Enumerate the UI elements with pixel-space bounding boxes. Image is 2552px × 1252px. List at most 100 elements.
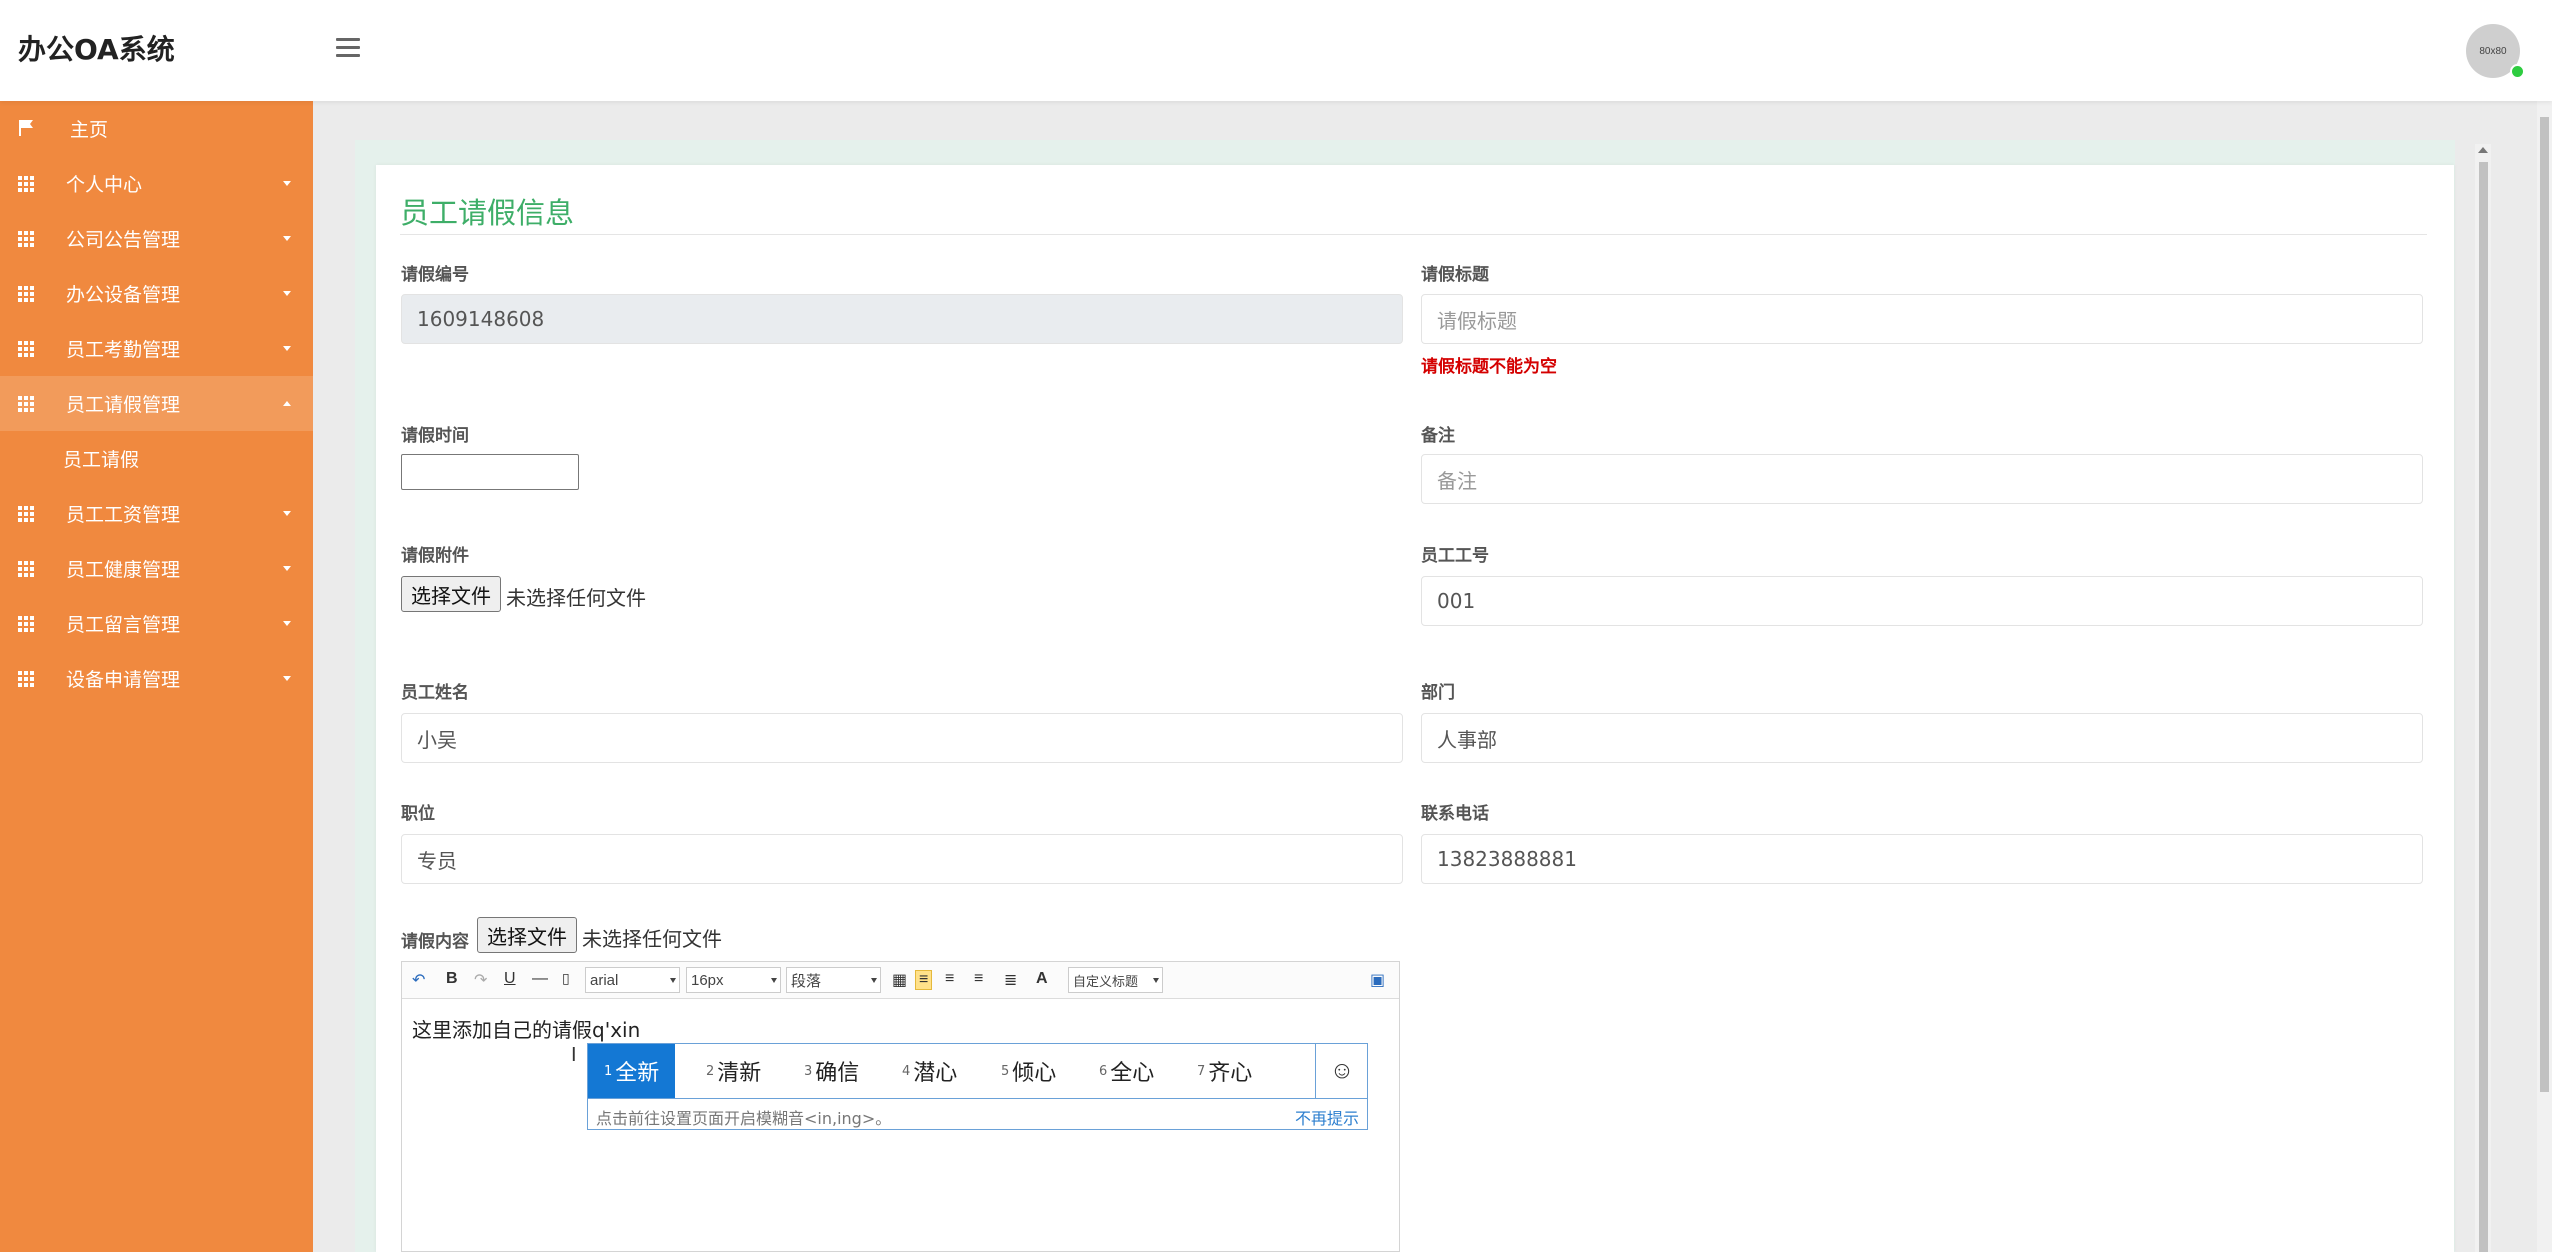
align-left-icon[interactable]: ≡	[915, 970, 933, 990]
editor-toolbar: ↶ B ↷ U — ▯ arial 16px 段落 ▦ ≡ ≡ ≡ ≣ A 自定…	[402, 962, 1399, 999]
ime-candidate-text: 全心	[1110, 1061, 1155, 1086]
font-color-icon[interactable]: A	[1036, 970, 1048, 988]
page-scrollbar-thumb[interactable]	[2540, 117, 2549, 1092]
remark-field[interactable]: 备注	[1421, 454, 2423, 504]
content-choose-file-button[interactable]: 选择文件	[477, 917, 577, 953]
sidebar-item-device-requests[interactable]: 设备申请管理	[0, 651, 313, 706]
sidebar-item-messages[interactable]: 员工留言管理	[0, 596, 313, 651]
emp-name-field[interactable]: 小吴	[401, 713, 1403, 763]
sidebar-subitem-leave-request[interactable]: 员工请假	[0, 431, 313, 486]
ime-candidate-text: 倾心	[1012, 1061, 1057, 1086]
ime-candidate-text: 确信	[815, 1061, 860, 1086]
ime-candidate-number: 7	[1197, 1063, 1206, 1079]
page-title: 员工请假信息	[400, 196, 575, 230]
undo-icon[interactable]: ↶	[412, 970, 425, 990]
sidebar-item-salary[interactable]: 员工工资管理	[0, 486, 313, 541]
align-right-icon[interactable]: ≡	[974, 970, 983, 988]
sidebar-item-label: 员工健康管理	[66, 559, 181, 581]
sidebar-item-label: 员工工资管理	[66, 504, 181, 526]
font-family-select[interactable]: arial	[585, 967, 680, 993]
font-size-select[interactable]: 16px	[686, 967, 781, 993]
leave-title-error: 请假标题不能为空	[1421, 357, 1557, 377]
leave-time-input[interactable]	[401, 454, 579, 490]
ime-candidate[interactable]: 4 潜心	[902, 1044, 957, 1098]
leave-no-field[interactable]: 1609148608	[401, 294, 1403, 344]
grid-icon	[18, 230, 34, 247]
chevron-down-icon	[283, 676, 291, 681]
sidebar: 主页 个人中心 公司公告管理 办公设备管理 员工考勤管理 员工请假管理 员工请假…	[0, 101, 313, 1252]
content-label: 请假内容	[401, 932, 469, 952]
sidebar-item-health[interactable]: 员工健康管理	[0, 541, 313, 596]
grid-icon	[18, 285, 34, 302]
grid-icon	[18, 175, 34, 192]
paste-icon[interactable]: ▯	[562, 970, 570, 987]
ime-candidate[interactable]: 1 全新	[588, 1044, 676, 1098]
leave-no-label: 请假编号	[401, 265, 469, 285]
online-status-indicator	[2510, 64, 2525, 79]
position-label: 职位	[401, 804, 435, 824]
grid-icon	[18, 670, 34, 687]
emp-no-field[interactable]: 001	[1421, 576, 2423, 626]
position-field[interactable]: 专员	[401, 834, 1403, 884]
redo-icon[interactable]: ↷	[474, 970, 487, 990]
sidebar-item-label: 员工请假管理	[66, 394, 181, 416]
sidebar-item-label: 员工留言管理	[66, 614, 181, 636]
ime-candidate-number: 5	[1001, 1063, 1010, 1079]
ime-hint[interactable]: 点击前往设置页面开启模糊音<in,ing>。	[596, 1105, 891, 1129]
remark-label: 备注	[1421, 426, 1455, 446]
custom-title-select[interactable]: 自定义标题	[1068, 967, 1163, 993]
chevron-up-icon	[283, 401, 291, 406]
ime-candidate-number: 3	[804, 1063, 813, 1079]
emp-name-label: 员工姓名	[401, 683, 469, 703]
sidebar-item-label: 主页	[70, 119, 109, 141]
sidebar-item-leave[interactable]: 员工请假管理	[0, 376, 313, 431]
table-icon[interactable]: ▦	[892, 970, 907, 990]
smiley-icon[interactable]: ☺	[1315, 1044, 1368, 1098]
scroll-up-icon[interactable]	[2478, 147, 2488, 153]
fullscreen-icon[interactable]: ▣	[1370, 970, 1385, 990]
sidebar-item-home[interactable]: 主页	[0, 101, 313, 156]
phone-label: 联系电话	[1421, 804, 1489, 824]
ime-candidate-row: 1 全新 2 清新 3 确信 4 潜心 5 倾心 6 全心 7 齐心 ☺	[588, 1044, 1367, 1099]
phone-field[interactable]: 13823888881	[1421, 834, 2423, 884]
sidebar-item-attendance[interactable]: 员工考勤管理	[0, 321, 313, 376]
chevron-down-icon	[283, 621, 291, 626]
ime-candidate[interactable]: 5 倾心	[1001, 1044, 1056, 1098]
department-field[interactable]: 人事部	[1421, 713, 2423, 763]
paragraph-select[interactable]: 段落	[786, 967, 881, 993]
sidebar-item-label: 设备申请管理	[66, 669, 181, 691]
panel-scrollbar-thumb[interactable]	[2479, 162, 2488, 1252]
bold-icon[interactable]: B	[446, 970, 458, 988]
editor-content[interactable]: 这里添加自己的请假q'xin	[412, 1014, 640, 1043]
leave-time-label: 请假时间	[401, 426, 469, 446]
app-brand: 办公OA系统	[18, 33, 175, 66]
attachment-choose-file-button[interactable]: 选择文件	[401, 576, 501, 612]
ime-candidate[interactable]: 2 清新	[706, 1044, 761, 1098]
horizontal-rule-icon[interactable]: —	[532, 970, 548, 988]
ime-candidate[interactable]: 3 确信	[804, 1044, 859, 1098]
ime-candidate-number: 4	[902, 1063, 911, 1079]
department-label: 部门	[1421, 683, 1455, 703]
ime-candidate[interactable]: 6 全心	[1099, 1044, 1154, 1098]
sidebar-item-personal-center[interactable]: 个人中心	[0, 156, 313, 211]
emp-no-label: 员工工号	[1421, 546, 1489, 566]
leave-title-field[interactable]: 请假标题	[1421, 294, 2423, 344]
chevron-down-icon	[283, 236, 291, 241]
sidebar-item-label: 员工考勤管理	[66, 339, 181, 361]
ime-candidate[interactable]: 7 齐心	[1197, 1044, 1252, 1098]
chevron-down-icon	[283, 566, 291, 571]
ime-candidate-text: 全新	[615, 1061, 660, 1086]
paragraph-value: 段落	[791, 972, 822, 990]
ime-dismiss-link[interactable]: 不再提示	[1295, 1105, 1359, 1129]
underline-icon[interactable]: U	[504, 970, 516, 988]
align-justify-icon[interactable]: ≣	[1004, 970, 1017, 990]
grid-icon	[18, 395, 34, 412]
sidebar-item-announcements[interactable]: 公司公告管理	[0, 211, 313, 266]
sidebar-item-equipment[interactable]: 办公设备管理	[0, 266, 313, 321]
ime-candidate-text: 清新	[717, 1061, 762, 1086]
align-center-icon[interactable]: ≡	[945, 970, 954, 988]
ime-candidate-text: 潜心	[913, 1061, 958, 1086]
ime-candidate-text: 齐心	[1208, 1061, 1253, 1086]
menu-toggle-icon[interactable]	[336, 38, 360, 62]
grid-icon	[18, 560, 34, 577]
